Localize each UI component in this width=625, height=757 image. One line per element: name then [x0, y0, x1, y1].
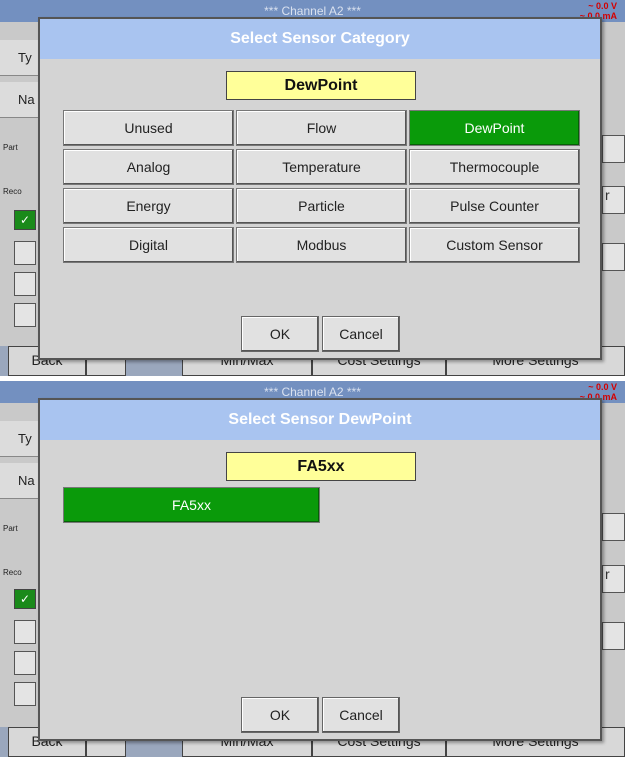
- category-unused-button[interactable]: Unused: [63, 110, 234, 146]
- option-box[interactable]: [14, 682, 36, 706]
- screen-sensor-dewpoint: *** Channel A2 *** ~ 0.0 V ~ 0.0 mA Ty N…: [0, 381, 625, 757]
- sensor-dewpoint-dialog: Select Sensor DewPoint FA5xx FA5xx OK Ca…: [38, 398, 602, 741]
- channel-title: *** Channel A2 ***: [264, 4, 361, 18]
- category-pulse-counter-button[interactable]: Pulse Counter: [409, 188, 580, 224]
- right-field[interactable]: [602, 135, 625, 163]
- channel-title: *** Channel A2 ***: [264, 385, 361, 399]
- record-checkbox[interactable]: ✓: [14, 210, 36, 230]
- voltage-readout: ~ 0.0 V: [588, 382, 617, 392]
- part-label: Part: [3, 524, 18, 533]
- right-field-label: r: [605, 566, 610, 582]
- right-field[interactable]: r: [602, 565, 625, 593]
- category-particle-button[interactable]: Particle: [236, 188, 407, 224]
- category-dewpoint-button[interactable]: DewPoint: [409, 110, 580, 146]
- category-analog-button[interactable]: Analog: [63, 149, 234, 185]
- name-label: Na: [0, 82, 40, 118]
- category-temperature-button[interactable]: Temperature: [236, 149, 407, 185]
- right-field[interactable]: [602, 622, 625, 650]
- option-box[interactable]: [14, 303, 36, 327]
- selected-sensor-display: FA5xx: [226, 452, 416, 481]
- right-field[interactable]: [602, 243, 625, 271]
- type-label: Ty: [0, 421, 40, 457]
- ok-button[interactable]: OK: [241, 697, 319, 733]
- selected-category-display: DewPoint: [226, 71, 416, 100]
- record-label: Reco: [3, 187, 22, 196]
- voltage-readout: ~ 0.0 V: [588, 1, 617, 11]
- part-label: Part: [3, 143, 18, 152]
- cancel-button[interactable]: Cancel: [322, 316, 400, 352]
- option-box[interactable]: [14, 241, 36, 265]
- dialog-title: Select Sensor Category: [40, 19, 600, 59]
- type-label: Ty: [0, 40, 40, 76]
- name-label: Na: [0, 463, 40, 499]
- category-flow-button[interactable]: Flow: [236, 110, 407, 146]
- category-modbus-button[interactable]: Modbus: [236, 227, 407, 263]
- record-checkbox[interactable]: ✓: [14, 589, 36, 609]
- sensor-category-dialog: Select Sensor Category DewPoint Unused F…: [38, 17, 602, 360]
- option-box[interactable]: [14, 651, 36, 675]
- category-energy-button[interactable]: Energy: [63, 188, 234, 224]
- option-box[interactable]: [14, 272, 36, 296]
- option-box[interactable]: [14, 620, 36, 644]
- ok-button[interactable]: OK: [241, 316, 319, 352]
- cancel-button[interactable]: Cancel: [322, 697, 400, 733]
- category-custom-sensor-button[interactable]: Custom Sensor: [409, 227, 580, 263]
- category-digital-button[interactable]: Digital: [63, 227, 234, 263]
- dialog-title: Select Sensor DewPoint: [40, 400, 600, 440]
- sensor-fa5xx-button[interactable]: FA5xx: [63, 487, 320, 523]
- category-thermocouple-button[interactable]: Thermocouple: [409, 149, 580, 185]
- right-field[interactable]: r: [602, 186, 625, 214]
- right-field-label: r: [605, 187, 610, 203]
- right-field[interactable]: [602, 513, 625, 541]
- screen-sensor-category: *** Channel A2 *** ~ 0.0 V ~ 0.0 mA Ty N…: [0, 0, 625, 376]
- record-label: Reco: [3, 568, 22, 577]
